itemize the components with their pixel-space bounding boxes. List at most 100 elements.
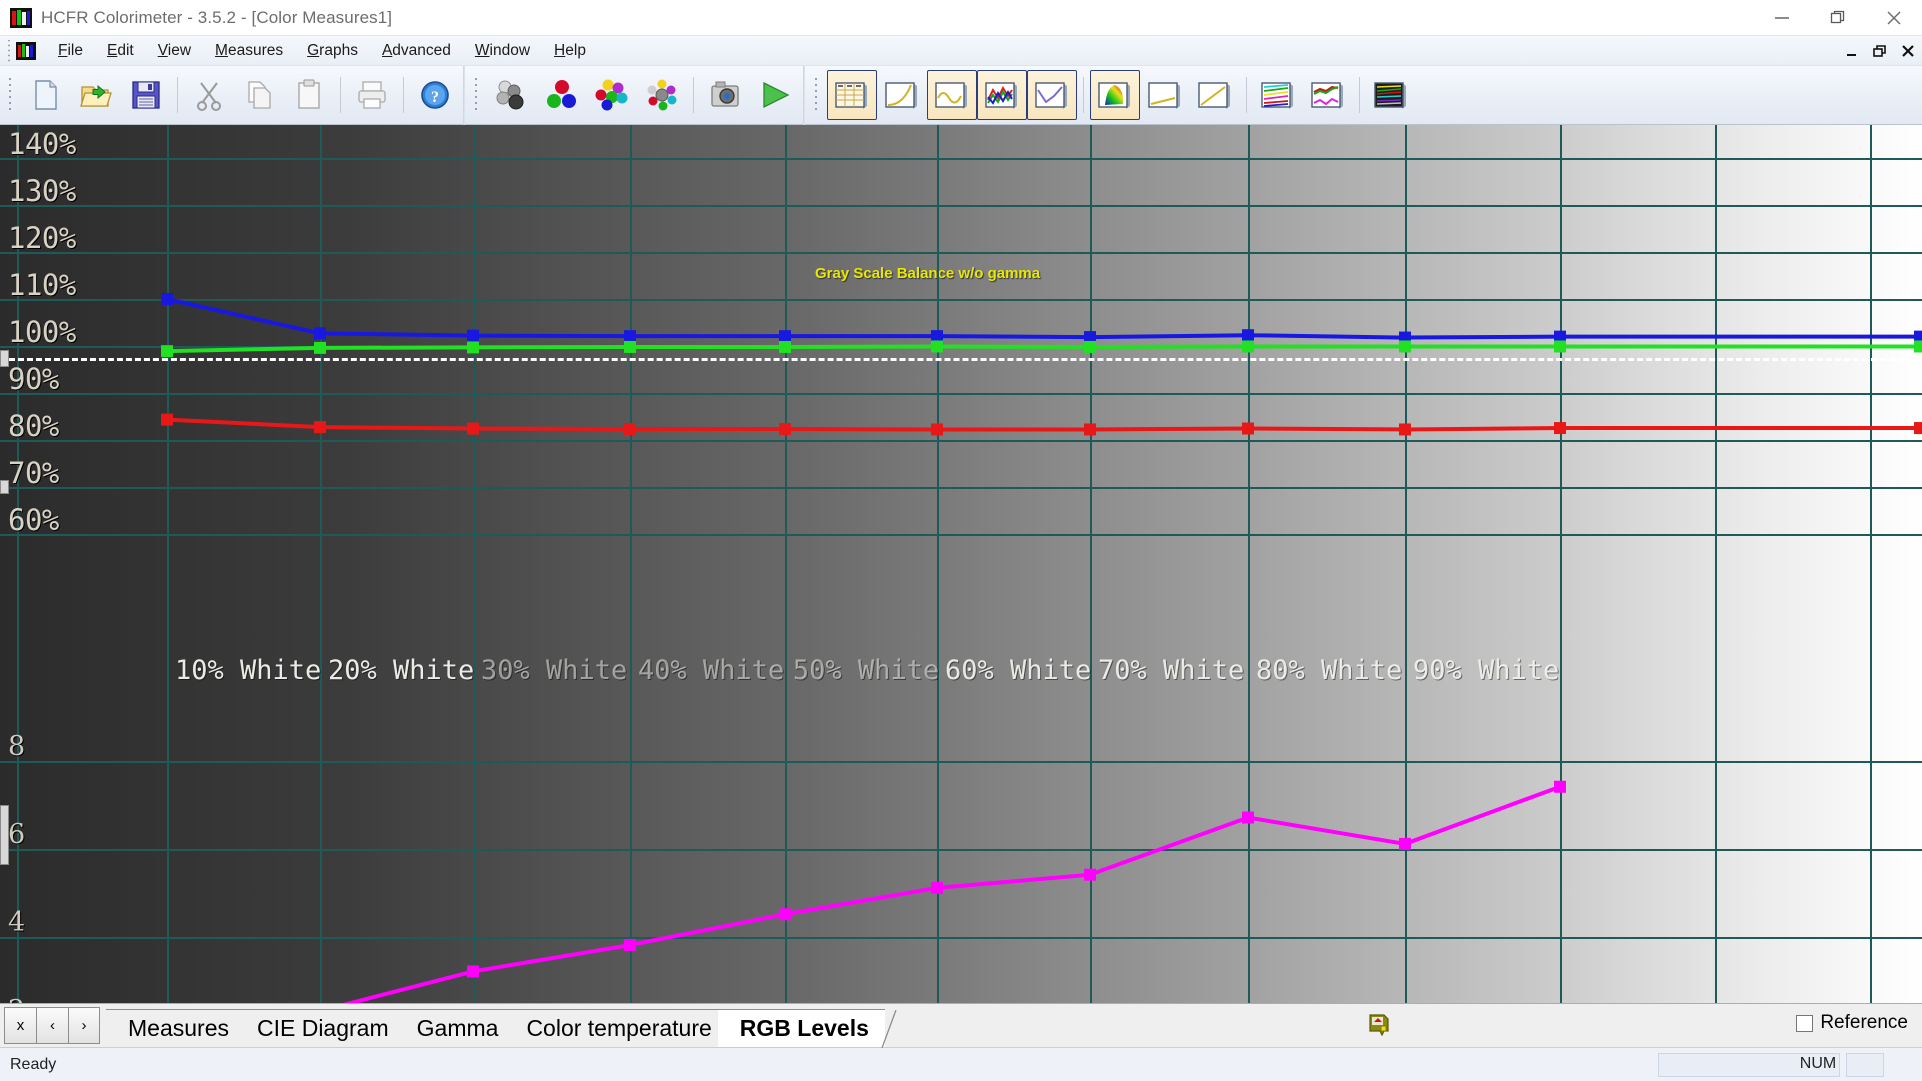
graph-scroll-handle[interactable] [0,805,9,865]
tab-list: Measures CIE Diagram Gamma Color temperatur… [106,1004,897,1048]
toolbar-drag-grip-2[interactable] [474,76,482,114]
window-minimize-button[interactable] [1754,0,1810,36]
menu-item-measures[interactable]: Measures [203,40,295,62]
save-floppy-icon [132,81,160,109]
rgb-levels-view-button[interactable] [977,70,1027,120]
graph-scroll-handle[interactable] [0,480,9,494]
high-slope-chart-icon [1198,82,1230,109]
mdi-restore-button[interactable] [1872,43,1888,59]
tab-color-temperature[interactable]: Color temperature [504,1009,740,1048]
series-point-delta-e [1554,780,1566,793]
measures-grid-view-button[interactable] [827,70,877,120]
menu-item-help[interactable]: Help [542,40,598,62]
reference-checkbox-group[interactable]: Reference [1796,1012,1908,1034]
reference-checkbox[interactable] [1796,1014,1814,1032]
tab-rgb-levels[interactable]: RGB Levels [717,1009,897,1048]
menu-item-edit[interactable]: Edit [95,40,146,62]
primaries-measure-button[interactable] [537,70,587,120]
cut-button[interactable] [184,70,234,120]
tab-label: RGB Levels [739,1015,869,1041]
camera-icon [711,81,739,107]
window-restore-button[interactable] [1810,0,1866,36]
tab-next-button[interactable]: › [68,1007,100,1044]
delta-e-series [343,780,1566,1003]
tab-prev-button[interactable]: ‹ [36,1007,68,1044]
save-document-button[interactable] [121,70,171,120]
grayscale-measure-button[interactable] [487,70,537,120]
series-point-delta-e [1399,837,1411,850]
application-window: HCFR Colorimeter - 3.5.2 - [Color Measur… [0,0,1922,1081]
cie-gamut-icon [1098,82,1130,109]
menu-item-graphs[interactable]: Graphs [295,40,370,62]
redgreen-line-chart-icon [1311,82,1343,109]
title-bar: HCFR Colorimeter - 3.5.2 - [Color Measur… [0,0,1922,36]
multi-curve-view-button[interactable] [1253,70,1303,120]
menu-bar: File Edit View Measures Graphs Advanced … [0,36,1922,66]
menu-item-advanced[interactable]: Advanced [370,40,463,62]
menu-item-file[interactable]: File [46,40,95,62]
grid-table-chart-icon [835,82,867,109]
new-document-icon [35,80,57,110]
help-button[interactable]: ? [410,70,460,120]
copy-button[interactable] [234,70,284,120]
tab-label: Color temperature [526,1015,712,1041]
window-close-button[interactable] [1866,0,1922,36]
tab-measures[interactable]: Measures [106,1009,257,1048]
view-tab-bar: x ‹ › Measures CIE Diagram Gamma Color temp… [0,1003,1922,1048]
single-measure-button[interactable] [700,70,750,120]
series-point-delta-e [1242,811,1254,824]
status-message: Ready [10,1055,57,1073]
status-pane-num: NUM [1790,1053,1846,1077]
menu-item-view[interactable]: View [146,40,203,62]
dark-multi-curve-view-button[interactable] [1366,70,1416,120]
near-white-view-button[interactable] [1190,70,1240,120]
open-folder-icon [80,84,112,107]
toolbar-drag-grip-1[interactable] [8,76,16,114]
near-black-view-button[interactable] [1140,70,1190,120]
color-temp-view-button[interactable] [1027,70,1077,120]
tab-label: Gamma [416,1015,499,1041]
mdi-minimize-button[interactable] [1844,43,1860,59]
paste-button[interactable] [284,70,334,120]
mdi-close-button[interactable] [1900,43,1916,59]
scissors-icon [197,82,221,111]
full-measure-button[interactable] [637,70,687,120]
rgb-levels-graph-panel[interactable]: Gray Scale Balance w/o gamma hcfr.source… [0,125,1922,1003]
toolbar-separator [1246,77,1247,113]
multi-line-chart-icon [1261,82,1293,109]
secondaries-measure-button[interactable] [587,70,637,120]
printer-icon [358,81,386,109]
toolbar-drag-grip-3[interactable] [814,76,822,114]
status-pane-caps [1846,1053,1884,1077]
print-button[interactable] [347,70,397,120]
bug-report-icon[interactable] [1366,1010,1392,1036]
toolbar-separator [693,77,694,113]
cie-diagram-view-button[interactable] [1090,70,1140,120]
tab-cie-diagram[interactable]: CIE Diagram [234,1009,417,1048]
luminance-view-button[interactable] [927,70,977,120]
menu-drag-grip[interactable] [4,39,14,62]
series-point-delta-e [779,908,791,921]
new-document-button[interactable] [21,70,71,120]
app-small-logo-icon [16,41,36,60]
copy-pages-icon [248,81,271,109]
series-point-delta-e [467,965,479,978]
tab-separator [881,1010,897,1048]
toolbar-separator [1083,77,1084,113]
reference-label: Reference [1820,1012,1908,1033]
satellite-curve-view-button[interactable] [1303,70,1353,120]
tab-close-button[interactable]: x [4,1007,36,1044]
open-document-button[interactable] [71,70,121,120]
series-point-delta-e [931,881,943,894]
mdi-window-controls [1844,36,1916,66]
gamma-curve-view-button[interactable] [877,70,927,120]
toolbar-panel-separator [463,65,465,125]
app-logo-icon [10,7,32,28]
menu-item-window[interactable]: Window [463,40,542,62]
clipboard-icon [298,79,320,109]
rgb-zigzag-chart-icon [985,82,1017,109]
svg-text:?: ? [431,89,439,106]
tab-gamma[interactable]: Gamma [394,1009,527,1048]
tab-label: CIE Diagram [256,1015,389,1041]
run-continuous-button[interactable] [750,70,800,120]
